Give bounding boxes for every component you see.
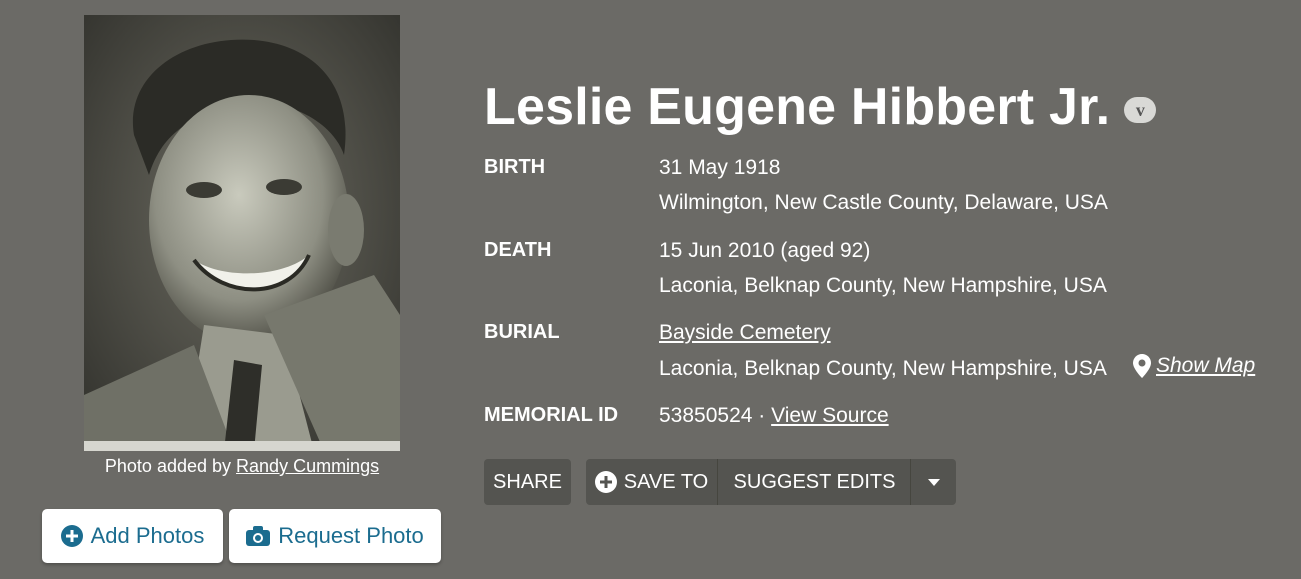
- action-button-group: SAVE TO SUGGEST EDITS: [586, 459, 956, 505]
- photo-credit-author-link[interactable]: Randy Cummings: [236, 456, 379, 476]
- request-photo-button[interactable]: Request Photo: [229, 509, 441, 563]
- camera-icon: [246, 526, 271, 546]
- portrait-image: [84, 15, 400, 451]
- save-to-label: SAVE TO: [623, 470, 709, 493]
- separator: ·: [758, 404, 766, 427]
- save-to-button[interactable]: SAVE TO: [586, 459, 717, 505]
- veteran-badge[interactable]: v: [1124, 97, 1157, 123]
- add-photos-button[interactable]: Add Photos: [42, 509, 223, 563]
- memorial-header: Leslie Eugene Hibbert Jr. v: [484, 72, 1157, 142]
- birth-date: 31 May 1918: [659, 156, 781, 179]
- burial-place: Laconia, Belknap County, New Hampshire, …: [659, 357, 1107, 380]
- burial-label: BURIAL: [484, 321, 560, 343]
- death-place: Laconia, Belknap County, New Hampshire, …: [659, 274, 1107, 297]
- photo-credit-prefix: Photo added by: [104, 456, 232, 476]
- cemetery-link[interactable]: Bayside Cemetery: [659, 321, 831, 344]
- show-map-label: Show Map: [1156, 354, 1256, 377]
- more-actions-dropdown[interactable]: [910, 459, 957, 505]
- memorial-photo[interactable]: [84, 15, 400, 451]
- share-button[interactable]: SHARE: [484, 459, 571, 505]
- memorial-id-row: 53850524 · View Source: [659, 404, 889, 428]
- request-photo-label: Request Photo: [278, 523, 424, 548]
- plus-circle-icon: [594, 471, 617, 493]
- caret-down-icon: [928, 478, 940, 486]
- death-date: 15 Jun 2010 (aged 92): [659, 239, 871, 262]
- map-pin-icon: [1133, 354, 1151, 378]
- plus-circle-icon: [60, 525, 83, 547]
- birth-place: Wilmington, New Castle County, Delaware,…: [659, 191, 1108, 214]
- suggest-edits-button[interactable]: SUGGEST EDITS: [717, 459, 911, 505]
- death-label: DEATH: [484, 239, 552, 261]
- memorial-id-value: 53850524: [659, 404, 753, 427]
- add-photos-label: Add Photos: [90, 523, 205, 548]
- show-map-link[interactable]: Show Map: [1133, 354, 1255, 378]
- birth-label: BIRTH: [484, 156, 546, 178]
- memorial-name: Leslie Eugene Hibbert Jr.: [484, 78, 1111, 136]
- view-source-link[interactable]: View Source: [771, 404, 889, 427]
- memorial-id-label: MEMORIAL ID: [484, 404, 619, 426]
- photo-credit: Photo added by Randy Cummings: [84, 456, 400, 477]
